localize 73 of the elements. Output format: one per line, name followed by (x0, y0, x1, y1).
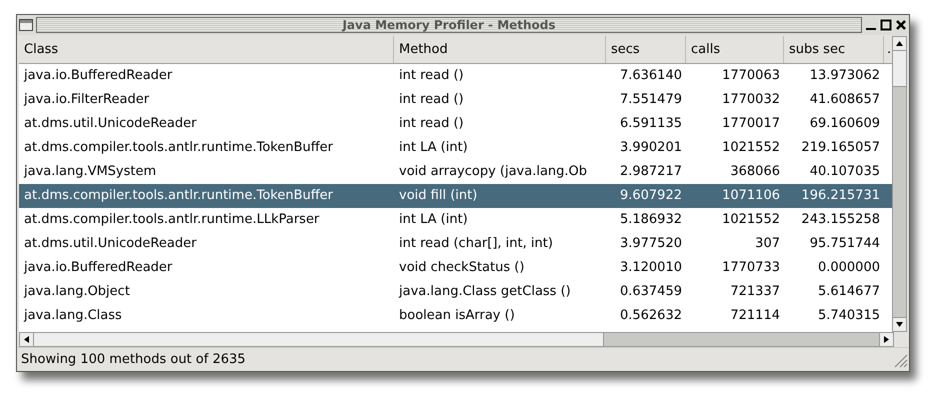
table-cell-text: java.lang.VMSystem (24, 163, 156, 182)
table-cell-text: int read (char[], int, int) (399, 235, 553, 254)
table-cell-text: 6.591135 (620, 115, 682, 134)
left-arrow-icon[interactable] (24, 336, 29, 343)
table-cell-text: 40.107035 (810, 163, 880, 182)
right-arrow-icon[interactable] (884, 336, 889, 343)
table-cell-text: 3.120010 (620, 259, 682, 278)
table-cell-text: 41.608657 (810, 91, 880, 110)
table-cell-text: boolean isArray () (399, 307, 515, 326)
maximize-icon[interactable] (880, 19, 892, 31)
table-cell-text: at.dms.compiler.tools.antlr.runtime.TokenBuffer (24, 187, 334, 206)
table-cell-text: 219.165057 (801, 139, 880, 158)
table-cell-text: void arraycopy (java.lang.Ob (399, 163, 588, 182)
table-cell-text: 1071106 (722, 187, 780, 206)
table-cell-text: void fill (int) (399, 187, 478, 206)
table-cell-text: int LA (int) (399, 139, 468, 158)
table-cell-text: void checkStatus () (399, 259, 524, 278)
table-cell-text: java.lang.Class getClass () (399, 283, 571, 302)
table-cell-text: 13.973062 (810, 67, 880, 86)
column-header[interactable]: Method (394, 36, 606, 63)
table-cell-text: 0.000000 (818, 259, 880, 278)
table-cell-text: 2.987217 (620, 163, 682, 182)
column-header[interactable]: Class (19, 36, 394, 63)
column-header[interactable]: calls (686, 36, 784, 63)
table-cell-text: 1770032 (722, 91, 780, 110)
table-cell-text: 7.551479 (620, 91, 682, 110)
table-cell-text: java.io.BufferedReader (24, 259, 172, 278)
table-cell-text: 368066 (730, 163, 780, 182)
table-cell-text: 243.155258 (801, 211, 880, 230)
table-cell-text: 5.186932 (620, 211, 682, 230)
table-cell-text: at.dms.util.UnicodeReader (24, 115, 196, 134)
table-cell-text: int LA (int) (399, 211, 468, 230)
table-cell-text: 7.636140 (620, 67, 682, 86)
table-cell-text: 1021552 (722, 211, 780, 230)
table-cell-text: java.lang.Object (24, 283, 130, 302)
table-cell-text: java.lang.Class (24, 307, 122, 326)
table-cell-text: 1770017 (722, 115, 780, 134)
table-cell-text: 1021552 (722, 139, 780, 158)
table-cell-text: 307 (755, 235, 780, 254)
vertical-scrollbar[interactable] (892, 36, 907, 332)
up-arrow-icon[interactable] (896, 41, 904, 46)
resize-grip-icon[interactable] (892, 352, 908, 368)
table-cell-text: 5.740315 (818, 307, 880, 326)
column-header[interactable]: . (884, 36, 892, 63)
table-cell-text: int read () (399, 91, 464, 110)
down-arrow-icon[interactable] (896, 322, 904, 327)
table-cell-text: 3.977520 (620, 235, 682, 254)
table-cell-text: 5.614677 (818, 283, 880, 302)
table-cell-text: 0.637459 (620, 283, 682, 302)
table-row[interactable]: at.dms.compiler.tools.antlr.runtime.TokenBuffer void fill (int) 9.607922 1071106 196.215731 (19, 184, 892, 208)
table-cell-text: 3.990201 (620, 139, 682, 158)
table-cell-text: java.io.FilterReader (24, 91, 150, 110)
table-cell-text: 1770733 (722, 259, 780, 278)
table-cell-text: at.dms.compiler.tools.antlr.runtime.LLkParser (24, 211, 320, 230)
table-cell-text: at.dms.util.UnicodeReader (24, 235, 196, 254)
table-cell-text: 721337 (730, 283, 780, 302)
table-cell-text: 0.562632 (620, 307, 682, 326)
status-text: Showing 100 methods out of 2635 (21, 350, 246, 369)
table-cell-text: java.io.BufferedReader (24, 67, 172, 86)
column-header[interactable]: secs (606, 36, 686, 63)
table-cell-text: 196.215731 (801, 187, 880, 206)
table-cell-text: int read () (399, 67, 464, 86)
table-cell-text: 69.160609 (810, 115, 880, 134)
table-cell-text: 1770063 (722, 67, 780, 86)
table-cell-text: at.dms.compiler.tools.antlr.runtime.TokenBuffer (24, 139, 334, 158)
column-header[interactable]: subs sec (784, 36, 884, 63)
window-menu-icon[interactable] (19, 19, 33, 31)
window-title: Java Memory Profiler - Methods (342, 19, 556, 31)
table-cell-text: int read () (399, 115, 464, 134)
table-cell-text: 9.607922 (620, 187, 682, 206)
close-icon[interactable] (895, 19, 907, 31)
table-cell-text: 95.751744 (810, 235, 880, 254)
table-cell-text: 721114 (730, 307, 780, 326)
